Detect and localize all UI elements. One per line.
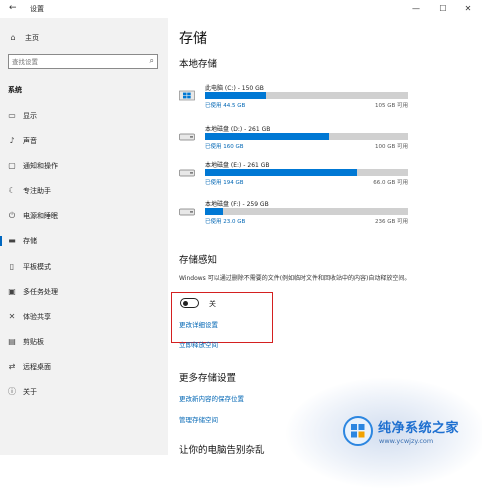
clipboard-icon: ▤ — [8, 337, 16, 346]
watermark-text: 纯净系统之家 — [378, 421, 460, 436]
sidebar-item-shared-experiences[interactable]: ✕ 体验共享 — [0, 310, 168, 324]
drive-free: 105 GB 可用 — [374, 103, 408, 109]
remote-desktop-icon: ⇄ — [8, 362, 16, 371]
main-content: 存储 本地存储 此电脑 (C:) - 150 GB 已使用 44.5 GB 10… — [168, 18, 482, 488]
sidebar-item-label: 专注助手 — [23, 187, 51, 195]
declutter-heading: 让你的电脑告别杂乱 — [179, 445, 265, 456]
drive-free: 100 GB 可用 — [374, 144, 408, 150]
multitask-icon: ▣ — [8, 287, 16, 296]
monitor-icon: ▭ — [8, 111, 16, 120]
search-box[interactable]: ⌕ — [8, 54, 158, 69]
drive-name: 本地磁盘 (D:) - 261 GB — [205, 126, 271, 133]
drive-c[interactable]: 此电脑 (C:) - 150 GB 已使用 44.5 GB 105 GB 可用 — [179, 83, 409, 113]
usage-bar-fill — [205, 92, 266, 99]
hard-drive-icon — [179, 169, 195, 177]
usage-bar — [205, 133, 408, 140]
sidebar-item-sound[interactable]: ♪ 声音 — [0, 134, 168, 148]
usage-bar-fill — [205, 133, 329, 140]
sidebar-item-label: 声音 — [23, 137, 37, 145]
drive-used: 已使用 160 GB — [205, 144, 244, 150]
close-button[interactable]: ✕ — [462, 3, 474, 15]
usage-bar — [205, 169, 408, 176]
usage-bar-fill — [205, 169, 358, 176]
sidebar: ⌂ 主页 ⌕ 系统 ▭ 显示 ♪ 声音 ▢ 通知和操作 ☾ 专注助手 ⏻ 电源和… — [0, 18, 168, 455]
section-label-system: 系统 — [8, 86, 22, 94]
sidebar-item-about[interactable]: ⓘ 关于 — [0, 385, 168, 399]
usage-bar — [205, 92, 408, 99]
moon-icon: ☾ — [8, 186, 16, 195]
watermark-url: www.ycwjzy.com — [379, 437, 434, 445]
home-label: 主页 — [25, 34, 39, 42]
sidebar-item-display[interactable]: ▭ 显示 — [0, 109, 168, 123]
manage-storage-spaces-link[interactable]: 管理存储空间 — [179, 414, 218, 424]
sidebar-item-label: 平板模式 — [23, 263, 51, 271]
power-icon: ⏻ — [8, 211, 16, 220]
drive-f[interactable]: 本地磁盘 (F:) - 259 GB 已使用 23.0 GB 236 GB 可用 — [179, 199, 409, 229]
highlight-box — [171, 292, 273, 343]
sidebar-item-label: 远程桌面 — [23, 363, 51, 371]
storage-sense-description: Windows 可以通过删除不需要的文件(例如临时文件和回收站中的内容)自动释放… — [179, 275, 411, 282]
sidebar-item-label: 通知和操作 — [23, 162, 58, 170]
notification-icon: ▢ — [8, 161, 16, 170]
usage-bar — [205, 208, 408, 215]
sidebar-item-label: 显示 — [23, 112, 37, 120]
page-title: 存储 — [179, 31, 207, 47]
change-save-location-link[interactable]: 更改新内容的保存位置 — [179, 393, 244, 403]
sidebar-item-label: 剪贴板 — [23, 338, 44, 346]
windows-drive-icon — [179, 90, 195, 101]
sidebar-item-clipboard[interactable]: ▤ 剪贴板 — [0, 335, 168, 349]
tablet-icon: ▯ — [9, 262, 15, 271]
sidebar-item-label: 多任务处理 — [23, 288, 58, 296]
drive-name: 本地磁盘 (F:) - 259 GB — [205, 201, 269, 208]
hard-drive-icon — [179, 208, 195, 216]
free-up-space-link[interactable]: 立即释放空间 — [179, 339, 218, 349]
sidebar-item-notifications[interactable]: ▢ 通知和操作 — [0, 159, 168, 173]
drive-used: 已使用 23.0 GB — [205, 219, 246, 225]
drive-name: 此电脑 (C:) - 150 GB — [205, 85, 264, 92]
hard-drive-icon — [179, 133, 195, 141]
storage-sense-heading: 存储感知 — [179, 255, 218, 266]
watermark: 纯净系统之家 www.ycwjzy.com — [339, 411, 482, 455]
search-icon[interactable]: ⌕ — [150, 56, 154, 66]
window-title: 设置 — [30, 5, 44, 13]
sidebar-item-label: 关于 — [23, 388, 37, 396]
sidebar-item-remote-desktop[interactable]: ⇄ 远程桌面 — [0, 360, 168, 374]
drive-free: 66.0 GB 可用 — [373, 180, 408, 186]
usage-bar-fill — [205, 208, 224, 215]
home-icon: ⌂ — [10, 33, 16, 42]
drive-used: 已使用 44.5 GB — [205, 103, 246, 109]
share-icon: ✕ — [8, 312, 16, 321]
storage-icon: ▬ — [8, 236, 16, 245]
local-storage-heading: 本地存储 — [179, 59, 218, 70]
drive-e[interactable]: 本地磁盘 (E:) - 261 GB 已使用 194 GB 66.0 GB 可用 — [179, 160, 409, 190]
info-icon: ⓘ — [8, 387, 16, 396]
search-input[interactable] — [12, 57, 137, 67]
drive-d[interactable]: 本地磁盘 (D:) - 261 GB 已使用 160 GB 100 GB 可用 — [179, 124, 409, 154]
sidebar-item-storage[interactable]: ▬ 存储 — [0, 234, 168, 248]
title-bar: ← 设置 — ☐ ✕ — [0, 0, 482, 18]
sidebar-item-tablet[interactable]: ▯ 平板模式 — [0, 260, 168, 274]
maximize-button[interactable]: ☐ — [437, 3, 449, 15]
back-arrow-icon[interactable]: ← — [9, 3, 17, 13]
settings-window: ← 设置 — ☐ ✕ ⌂ 主页 ⌕ 系统 ▭ 显示 ♪ 声音 ▢ 通知和操作 ☾ — [0, 0, 482, 488]
minimize-button[interactable]: — — [410, 3, 422, 15]
drive-free: 236 GB 可用 — [374, 219, 408, 225]
more-storage-settings-heading: 更多存储设置 — [179, 373, 237, 384]
sidebar-item-multitasking[interactable]: ▣ 多任务处理 — [0, 285, 168, 299]
drive-used: 已使用 194 GB — [205, 180, 244, 186]
sidebar-item-power[interactable]: ⏻ 电源和睡眠 — [0, 209, 168, 223]
sidebar-item-label: 体验共享 — [23, 313, 51, 321]
speaker-icon: ♪ — [9, 136, 15, 145]
sidebar-item-label: 电源和睡眠 — [23, 212, 58, 220]
sidebar-item-focus-assist[interactable]: ☾ 专注助手 — [0, 184, 168, 198]
drive-name: 本地磁盘 (E:) - 261 GB — [205, 162, 270, 169]
watermark-logo-icon — [343, 416, 373, 446]
sidebar-item-label: 存储 — [23, 237, 37, 245]
home-nav-item[interactable]: ⌂ 主页 — [8, 31, 39, 45]
